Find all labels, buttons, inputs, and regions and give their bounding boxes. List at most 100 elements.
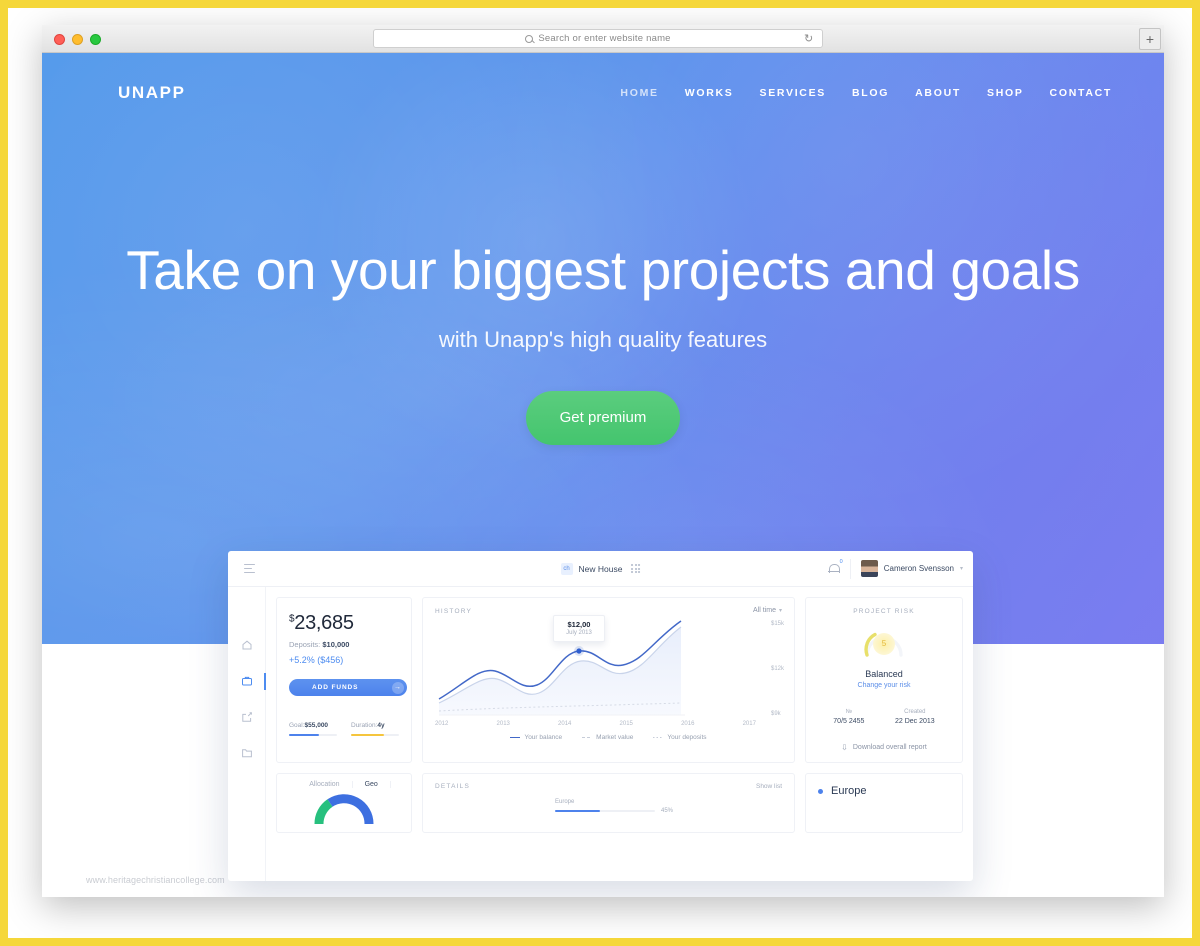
chart-legend: Your balance Market value Your deposits xyxy=(435,734,782,741)
close-window-button[interactable] xyxy=(54,34,65,45)
download-report-link[interactable]: ⇩ Download overall report xyxy=(818,743,950,752)
user-menu[interactable]: Cameron Svensson ▾ xyxy=(849,558,963,579)
x-tick-2013: 2013 xyxy=(496,721,510,727)
hero-title: Take on your biggest projects and goals xyxy=(126,239,1080,301)
dashboard-row-top: $23,685 Deposits: $10,000 +5.2% ($456) A… xyxy=(276,597,963,763)
goal-progress-fill xyxy=(289,734,319,737)
balance-amount: $23,685 xyxy=(289,612,399,635)
nav-item-about[interactable]: ABOUT xyxy=(915,87,961,99)
arrow-right-icon: → xyxy=(392,681,404,694)
metric-goal: Goal:$55,000 xyxy=(289,722,337,737)
nav-item-blog[interactable]: BLOG xyxy=(852,87,889,99)
sidebar-item-folder[interactable] xyxy=(241,747,253,759)
hero-content: Take on your biggest projects and goals … xyxy=(42,239,1164,445)
bar-percent-europe: 45% xyxy=(661,808,674,814)
chevron-down-icon[interactable]: ▾ xyxy=(960,565,963,572)
show-list-link[interactable]: Show list xyxy=(756,783,782,790)
range-selector[interactable]: All time ▾ xyxy=(753,607,782,614)
goal-label: Goal: xyxy=(289,722,305,729)
notification-count: 0 xyxy=(839,559,843,565)
history-card: HISTORY All time ▾ $15k $12k $9k $12,00 … xyxy=(422,597,795,763)
geo-name: Europe xyxy=(831,785,867,797)
details-label: DETAILS xyxy=(435,783,471,790)
download-report-label: Download overall report xyxy=(852,744,927,751)
apps-grid-icon[interactable] xyxy=(631,564,641,573)
primary-nav: HOME WORKS SERVICES BLOG ABOUT SHOP CONT… xyxy=(620,87,1112,99)
legend-item-balance[interactable]: Your balance xyxy=(510,734,562,741)
tooltip-date: July 2013 xyxy=(566,630,592,636)
legend-label-deposits: Your deposits xyxy=(667,734,707,741)
details-bars: Europe 45% xyxy=(435,799,782,814)
get-premium-button[interactable]: Get premium xyxy=(525,391,681,445)
new-tab-button[interactable]: + xyxy=(1139,28,1161,50)
chart-point-marker[interactable] xyxy=(576,648,582,654)
avatar xyxy=(860,560,878,577)
deposits-line: Deposits: $10,000 xyxy=(289,640,399,649)
maximize-window-button[interactable] xyxy=(90,34,101,45)
duration-label: Duration: xyxy=(351,722,378,729)
goal-progress-track xyxy=(289,734,337,737)
balance-gain: +5.2% ($456) xyxy=(289,655,344,665)
x-tick-2014: 2014 xyxy=(558,721,572,727)
risk-gauge: 5 xyxy=(862,625,906,663)
project-switcher[interactable]: ch New House xyxy=(560,562,641,575)
geo-card: Europe xyxy=(805,773,963,833)
tab-allocation[interactable]: Allocation xyxy=(297,781,351,788)
legend-swatch-market xyxy=(582,736,593,739)
tooltip-value: $12,00 xyxy=(567,620,591,629)
allocation-tabs: Allocation Geo xyxy=(277,781,411,788)
nav-item-contact[interactable]: CONTACT xyxy=(1050,87,1112,99)
nav-item-shop[interactable]: SHOP xyxy=(987,87,1024,99)
dashboard-body: $23,685 Deposits: $10,000 +5.2% ($456) A… xyxy=(228,587,973,881)
bar-track-europe xyxy=(555,809,655,813)
legend-swatch-deposits xyxy=(653,736,664,739)
risk-created-value: 22 Dec 2013 xyxy=(895,718,935,725)
sidebar-item-briefcase[interactable] xyxy=(241,673,266,690)
watermark: www.heritagechristiancollege.com xyxy=(86,875,225,885)
range-value: All time xyxy=(753,607,776,614)
bell-icon[interactable]: 0 xyxy=(827,559,843,575)
chart-tooltip: $12,00 July 2013 xyxy=(553,615,605,642)
dashboard-row-bottom: Allocation Geo DETAILS Show list Europe … xyxy=(276,773,963,833)
hero-subtitle: with Unapp's high quality features xyxy=(438,327,768,352)
sidebar-item-export[interactable] xyxy=(241,711,253,723)
dashboard-mockup: ch New House 0 Cameron Svensson ▾ $23,68… xyxy=(228,551,973,881)
topbar-right: 0 Cameron Svensson ▾ xyxy=(827,558,963,579)
legend-item-market[interactable]: Market value xyxy=(582,734,633,741)
duration-progress-fill xyxy=(351,734,384,737)
chart-x-axis: 2012 2013 2014 2015 2016 2017 xyxy=(435,721,782,727)
risk-created-label: Created xyxy=(904,709,926,715)
sidebar-item-home[interactable] xyxy=(241,639,253,651)
site-logo[interactable]: UNAPP xyxy=(118,83,186,103)
y-tick-1: $12k xyxy=(770,666,784,672)
dashboard-sidebar xyxy=(228,587,266,881)
address-bar[interactable]: Search or enter website name ↻ xyxy=(373,29,823,48)
geo-item-europe: Europe xyxy=(818,785,950,797)
dashboard-topbar: ch New House 0 Cameron Svensson ▾ xyxy=(228,551,973,587)
legend-item-deposits[interactable]: Your deposits xyxy=(653,734,707,741)
goal-value: $55,000 xyxy=(304,722,329,729)
legend-label-balance: Your balance xyxy=(524,734,563,741)
change-risk-link[interactable]: Change your risk xyxy=(818,682,950,689)
chevron-down-icon: ▾ xyxy=(778,608,782,614)
risk-meta-id: № 70/5 2455 xyxy=(833,709,864,725)
hamburger-icon[interactable] xyxy=(244,563,255,574)
tab-geo[interactable]: Geo xyxy=(351,781,391,788)
omnibox-placeholder: Search or enter website name xyxy=(525,33,670,44)
bar-row-europe: 45% xyxy=(555,808,782,814)
project-name: New House xyxy=(578,563,623,574)
nav-item-services[interactable]: SERVICES xyxy=(759,87,826,99)
x-tick-2015: 2015 xyxy=(619,721,633,727)
risk-meta: № 70/5 2455 Created 22 Dec 2013 xyxy=(818,709,950,725)
nav-item-works[interactable]: WORKS xyxy=(685,87,734,99)
add-funds-button[interactable]: ADD FUNDS → xyxy=(289,679,407,696)
nav-item-home[interactable]: HOME xyxy=(620,87,658,99)
browser-window: Search or enter website name ↻ + UNAPP H… xyxy=(42,25,1164,897)
details-card: DETAILS Show list Europe 45% xyxy=(422,773,795,833)
history-label: HISTORY xyxy=(435,608,473,615)
chart-y-axis: $15k $12k $9k xyxy=(771,621,784,717)
reload-icon[interactable]: ↻ xyxy=(804,33,816,45)
project-risk-card: PROJECT RISK 5 Balanced Change your risk xyxy=(805,597,963,763)
risk-meta-created: Created 22 Dec 2013 xyxy=(895,709,935,725)
minimize-window-button[interactable] xyxy=(72,34,83,45)
